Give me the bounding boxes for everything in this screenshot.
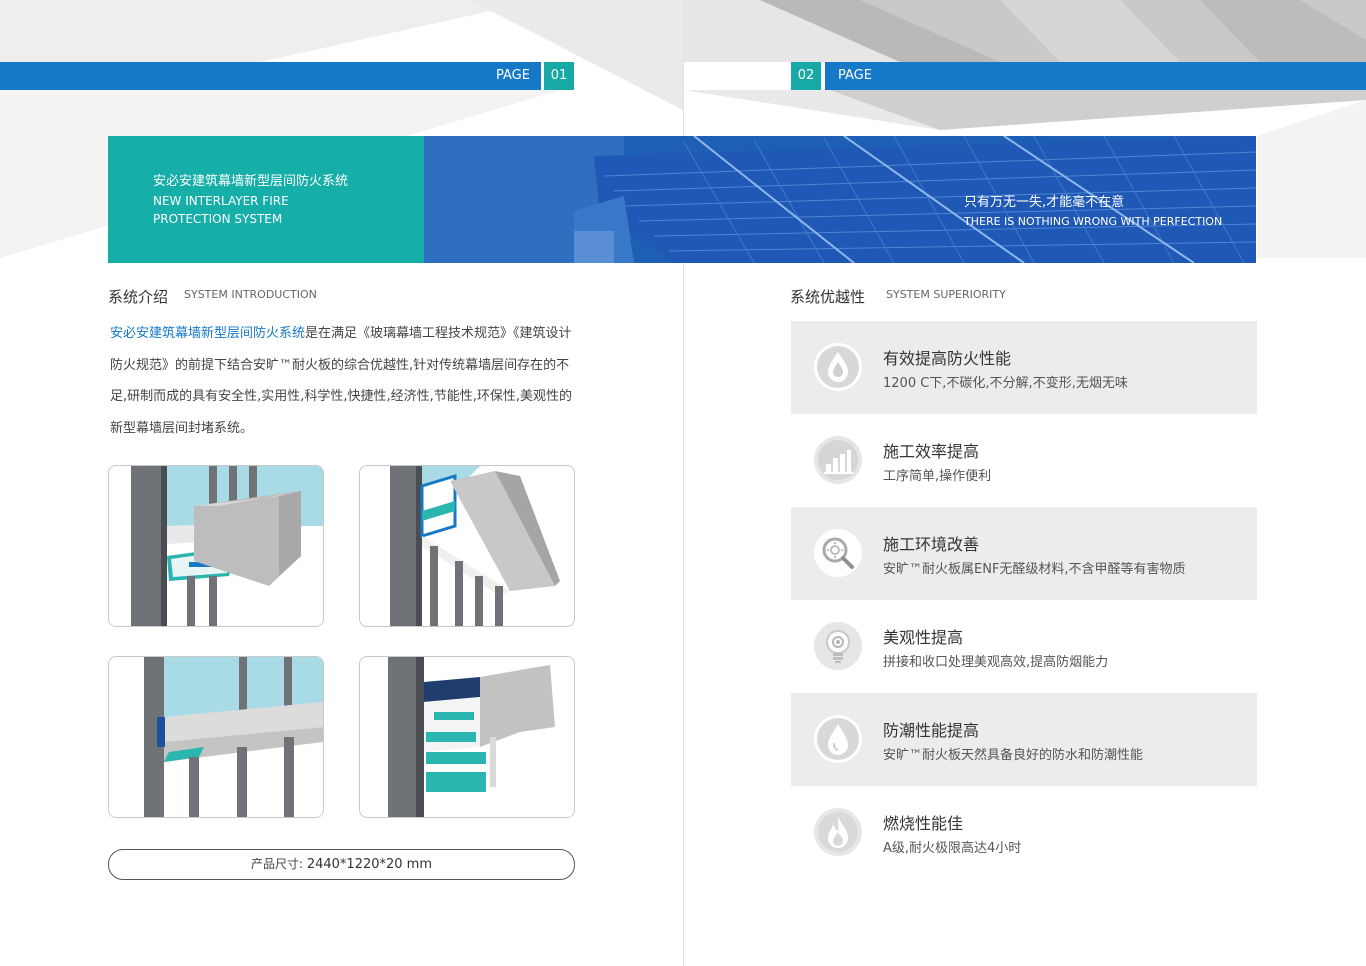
feature-title: 防潮性能提高	[883, 721, 980, 740]
lightbulb-icon	[814, 622, 862, 670]
feature-item-aesthetics: 美观性提高 拼接和收口处理美观高效,提高防烟能力	[791, 600, 1257, 693]
feature-desc: A级,耐火极限高达4小时	[883, 841, 1022, 856]
header-bar-left	[0, 62, 541, 90]
feature-title: 施工效率提高	[883, 442, 980, 461]
feature-title: 有效提高防火性能	[883, 349, 1012, 368]
page-label-right: PAGE	[838, 68, 872, 83]
water-drop-icon	[814, 715, 862, 763]
intro-heading-cn: 系统介绍	[108, 288, 169, 306]
feature-desc: 1200 C下,不碳化,不分解,不变形,无烟无味	[883, 376, 1128, 391]
feature-desc: 安旷™耐火板天然具备良好的防水和防潮性能	[883, 748, 1144, 763]
intro-body: 是在满足《玻璃幕墙工程技术规范》《建筑设计防火规范》的前提下结合安旷™耐火板的综…	[110, 326, 573, 436]
brochure-spread: PAGE 01 02 PAGE 安必安建筑幕墙新型层间防火系统 NEW INTE…	[0, 0, 1366, 966]
intro-highlight: 安必安建筑幕墙新型层间防火系统	[110, 326, 306, 341]
banner-title-en-line2: PROTECTION SYSTEM	[153, 212, 283, 226]
feature-title: 美观性提高	[883, 628, 964, 647]
feature-item-efficiency: 施工效率提高 工序简单,操作便利	[791, 414, 1257, 507]
header-bar-right	[825, 62, 1366, 90]
banner-slogan-en: THERE IS NOTHING WRONG WITH PERFECTION	[964, 215, 1223, 228]
feature-item-environment: 施工环境改善 安旷™耐火板属ENF无醛级材料,不含甲醛等有害物质	[791, 507, 1257, 600]
banner-image	[424, 136, 1256, 263]
fire-drop-icon	[814, 343, 862, 391]
intro-paragraph: 安必安建筑幕墙新型层间防火系统是在满足《玻璃幕墙工程技术规范》《建筑设计防火规范…	[110, 318, 580, 444]
magnifier-gear-icon	[814, 529, 862, 577]
figure-install-4	[359, 656, 575, 818]
banner-title-en-line1: NEW INTERLAYER FIRE	[153, 194, 289, 208]
intro-heading-en: SYSTEM INTRODUCTION	[184, 288, 317, 301]
bar-chart-icon	[814, 436, 862, 484]
feature-desc: 拼接和收口处理美观高效,提高防烟能力	[883, 655, 1109, 670]
feature-title: 燃烧性能佳	[883, 814, 964, 833]
flame-icon	[814, 808, 862, 856]
feature-item-fire-resistance: 有效提高防火性能 1200 C下,不碳化,不分解,不变形,无烟无味	[791, 321, 1257, 414]
page-label-left: PAGE	[496, 68, 530, 83]
feature-desc: 工序简单,操作便利	[883, 469, 992, 484]
product-size-value: 2440*1220*20 mm	[306, 857, 433, 872]
banner-slogan-cn: 只有万无一失,才能毫不在意	[964, 195, 1125, 210]
figure-install-2	[359, 465, 575, 627]
feature-item-combustion: 燃烧性能佳 A级,耐火极限高达4小时	[791, 786, 1257, 879]
feature-title: 施工环境改善	[883, 535, 980, 554]
feature-desc: 安旷™耐火板属ENF无醛级材料,不含甲醛等有害物质	[883, 562, 1186, 577]
product-size-label: 产品尺寸:	[250, 857, 304, 871]
figure-install-3	[108, 656, 324, 818]
product-size-box: 产品尺寸: 2440*1220*20 mm	[108, 849, 575, 880]
building-facade-illustration	[424, 136, 1256, 263]
superiority-heading-cn: 系统优越性	[790, 288, 866, 306]
feature-item-moisture: 防潮性能提高 安旷™耐火板天然具备良好的防水和防潮性能	[791, 693, 1257, 786]
page-number-right: 02	[791, 62, 821, 90]
superiority-heading-en: SYSTEM SUPERIORITY	[886, 288, 1006, 301]
banner-title-cn: 安必安建筑幕墙新型层间防火系统	[153, 174, 349, 189]
figure-install-1	[108, 465, 324, 627]
banner-title-en: NEW INTERLAYER FIRE PROTECTION SYSTEM	[153, 192, 289, 228]
page-number-left: 01	[544, 62, 574, 90]
